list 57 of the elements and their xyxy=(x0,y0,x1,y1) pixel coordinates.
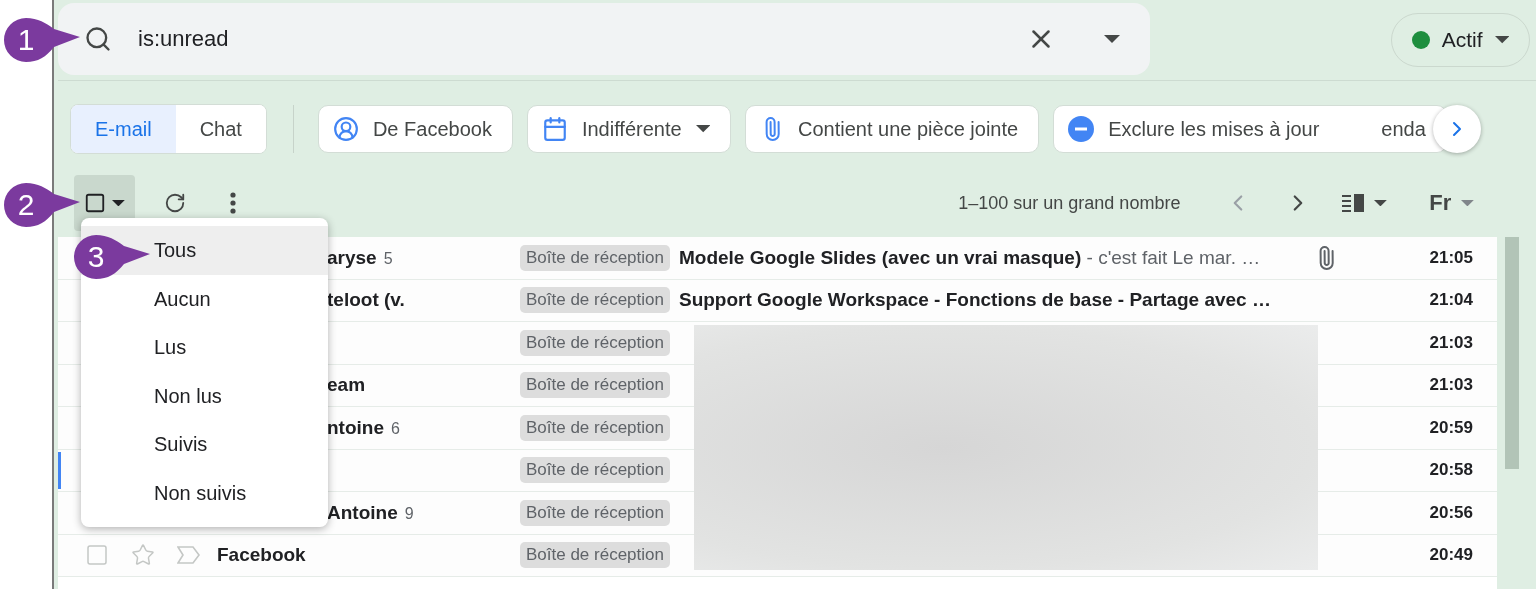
email-time: 20:49 xyxy=(1429,545,1473,566)
inbox-label: Boîte de réception xyxy=(520,542,670,569)
search-options-button[interactable] xyxy=(1104,35,1120,43)
inbox-label: Boîte de réception xyxy=(520,372,670,399)
email-time: 20:58 xyxy=(1429,460,1473,481)
tab[interactable]: E-mail xyxy=(71,105,176,153)
status-button[interactable]: Actif xyxy=(1390,13,1530,67)
menu-item[interactable]: Suivis xyxy=(81,420,328,469)
search-query: is:unread xyxy=(138,26,230,52)
checkbox-icon xyxy=(84,192,106,214)
star-icon[interactable] xyxy=(131,543,155,568)
split-pane-icon xyxy=(1342,193,1367,213)
calendar-icon xyxy=(541,116,568,142)
filter-chip[interactable]: Indifférente xyxy=(526,105,731,153)
filter-chip[interactable]: De Facebook xyxy=(317,105,513,153)
search-icon xyxy=(84,25,112,53)
email-subject: Support Google Workspace - Fonctions de base - Partage avec … xyxy=(679,289,1271,311)
email-time: 21:03 xyxy=(1429,332,1473,353)
inbox-label: Boîte de réception xyxy=(520,287,670,314)
caret-icon xyxy=(1104,35,1120,43)
email-time: 20:59 xyxy=(1429,417,1473,438)
email-time: 20:56 xyxy=(1429,502,1473,523)
caret-icon xyxy=(112,199,125,207)
minus-circle-icon xyxy=(1068,116,1095,142)
email-time: 21:04 xyxy=(1429,290,1473,311)
page-range: 1–100 sur un grand nombre xyxy=(958,192,1181,214)
importance-marker-icon[interactable] xyxy=(177,546,201,565)
person-icon xyxy=(332,116,359,142)
search-field[interactable]: is:unread xyxy=(58,3,1150,75)
sender-name: Facebook xyxy=(217,544,306,566)
email-time: 21:03 xyxy=(1429,375,1473,396)
caret-icon xyxy=(1461,199,1474,207)
caret-icon xyxy=(695,125,710,133)
sender-name: ntoine 6 xyxy=(327,416,400,438)
caret-icon xyxy=(1494,36,1509,44)
menu-item[interactable]: Non suivis xyxy=(81,468,328,517)
sender-name: Antoine 9 xyxy=(327,501,414,523)
menu-item[interactable]: Lus xyxy=(81,323,328,372)
email-time: 21:05 xyxy=(1429,247,1473,268)
inbox-label: Boîte de réception xyxy=(520,499,670,526)
scrollbar-thumb[interactable] xyxy=(1505,237,1519,469)
split-pane-button[interactable] xyxy=(1342,193,1388,213)
inbox-label: Boîte de réception xyxy=(520,244,670,271)
sender-name: teloot (v. xyxy=(327,289,405,311)
inbox-label: Boîte de réception xyxy=(520,329,670,356)
input-tools-button[interactable]: Fr xyxy=(1423,189,1480,217)
checkbox[interactable] xyxy=(85,543,109,568)
caret-icon xyxy=(1374,199,1388,207)
refresh-icon xyxy=(163,192,186,214)
menu-item[interactable]: Non lus xyxy=(81,371,328,420)
email-subject: Modele Google Slides (avec un vrai masque) - c'est fait Le mar. … xyxy=(679,246,1261,268)
inbox-label: Boîte de réception xyxy=(520,457,670,484)
filter-chip[interactable]: Contient une pièce jointe xyxy=(745,105,1040,153)
sender-name: aryse 5 xyxy=(327,246,393,268)
more-icon xyxy=(229,192,236,214)
inbox-label: Boîte de réception xyxy=(520,414,670,441)
sender-name: eam xyxy=(327,374,366,396)
